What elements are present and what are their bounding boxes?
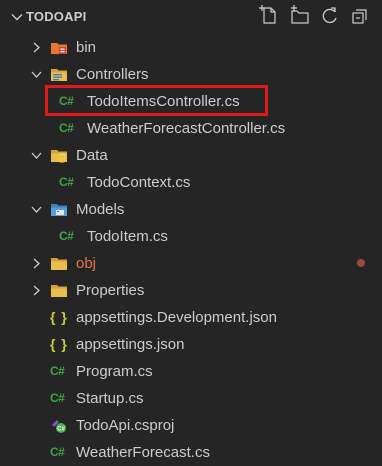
workspace-title: TODOAPI: [26, 9, 87, 24]
json-file-icon: { }: [50, 336, 68, 352]
controllers-folder-icon: [51, 69, 67, 81]
tree-item-bin[interactable]: bin: [0, 34, 382, 61]
chevron-right-icon[interactable]: [30, 284, 43, 297]
tree-item-label: TodoContext.cs: [87, 174, 191, 191]
csproj-file-icon: C#: [52, 420, 66, 433]
tree-item-appsettings[interactable]: { } appsettings.json: [0, 331, 382, 358]
chevron-down-icon[interactable]: [30, 149, 43, 162]
tree-item-todoitemscontroller[interactable]: C# TodoItemsController.cs: [0, 88, 382, 115]
tree-item-label: Data: [76, 147, 108, 164]
explorer-panel: TODOAPI bin Controllers C# TodoItemsCont…: [0, 0, 382, 466]
tree-item-label: appsettings.json: [76, 336, 185, 353]
tree-item-label: Controllers: [76, 66, 149, 83]
folder-icon: [51, 258, 67, 270]
data-folder-icon: [51, 150, 67, 163]
tree-item-obj[interactable]: obj: [0, 250, 382, 277]
tree-item-properties[interactable]: Properties: [0, 277, 382, 304]
chevron-right-icon[interactable]: [30, 257, 43, 270]
tree-item-program[interactable]: C# Program.cs: [0, 358, 382, 385]
refresh-icon[interactable]: [318, 4, 342, 28]
tree-item-todoitem[interactable]: C# TodoItem.cs: [0, 223, 382, 250]
chevron-down-icon[interactable]: [30, 68, 43, 81]
chevron-down-icon[interactable]: [30, 203, 43, 216]
folder-icon: [51, 285, 67, 297]
tree-item-label: Models: [76, 201, 125, 218]
csharp-file-icon: C#: [50, 445, 65, 459]
tree-item-todocontext[interactable]: C# TodoContext.cs: [0, 169, 382, 196]
new-file-icon[interactable]: [258, 4, 282, 28]
chevron-right-icon[interactable]: [30, 41, 43, 54]
tree-item-label: TodoApi.csproj: [76, 417, 175, 434]
tree-item-appsettings-development[interactable]: { } appsettings.Development.json: [0, 304, 382, 331]
tree-item-label: appsettings.Development.json: [76, 309, 277, 326]
csharp-file-icon: C#: [50, 364, 65, 378]
tree-item-label: TodoItemsController.cs: [87, 93, 240, 110]
csharp-file-icon: C#: [59, 229, 74, 243]
csharp-file-icon: C#: [59, 121, 74, 135]
collapse-all-icon[interactable]: [348, 4, 372, 28]
tree-item-controllers[interactable]: Controllers: [0, 61, 382, 88]
chevron-down-icon[interactable]: [10, 10, 24, 24]
tree-item-todoapi-csproj[interactable]: C# TodoApi.csproj: [0, 412, 382, 439]
tree-item-label: WeatherForecastController.cs: [87, 120, 286, 137]
tree-item-label: obj: [76, 255, 97, 272]
svg-text:C#: C#: [57, 427, 65, 433]
tree-item-label: WeatherForecast.cs: [76, 444, 210, 461]
tree-item-weatherforecast[interactable]: C# WeatherForecast.cs: [0, 439, 382, 466]
explorer-header[interactable]: TODOAPI: [0, 0, 382, 34]
csharp-file-icon: C#: [59, 94, 74, 108]
tree-item-data[interactable]: Data: [0, 142, 382, 169]
tree-item-label: TodoItem.cs: [87, 228, 168, 245]
tree-item-label: Program.cs: [76, 363, 153, 380]
bin-folder-icon: [51, 43, 67, 54]
tree-item-label: bin: [76, 39, 97, 56]
csharp-file-icon: C#: [59, 175, 74, 189]
json-file-icon: { }: [50, 309, 68, 325]
new-folder-icon[interactable]: [288, 4, 312, 28]
tree-item-startup[interactable]: C# Startup.cs: [0, 385, 382, 412]
tree-item-weatherforecastcontroller[interactable]: C# WeatherForecastController.cs: [0, 115, 382, 142]
csharp-file-icon: C#: [50, 391, 65, 405]
modified-dot-icon: [357, 259, 365, 267]
tree-item-label: Properties: [76, 282, 145, 299]
tree-item-label: Startup.cs: [76, 390, 144, 407]
models-folder-icon: [51, 204, 67, 216]
tree-item-models[interactable]: Models: [0, 196, 382, 223]
